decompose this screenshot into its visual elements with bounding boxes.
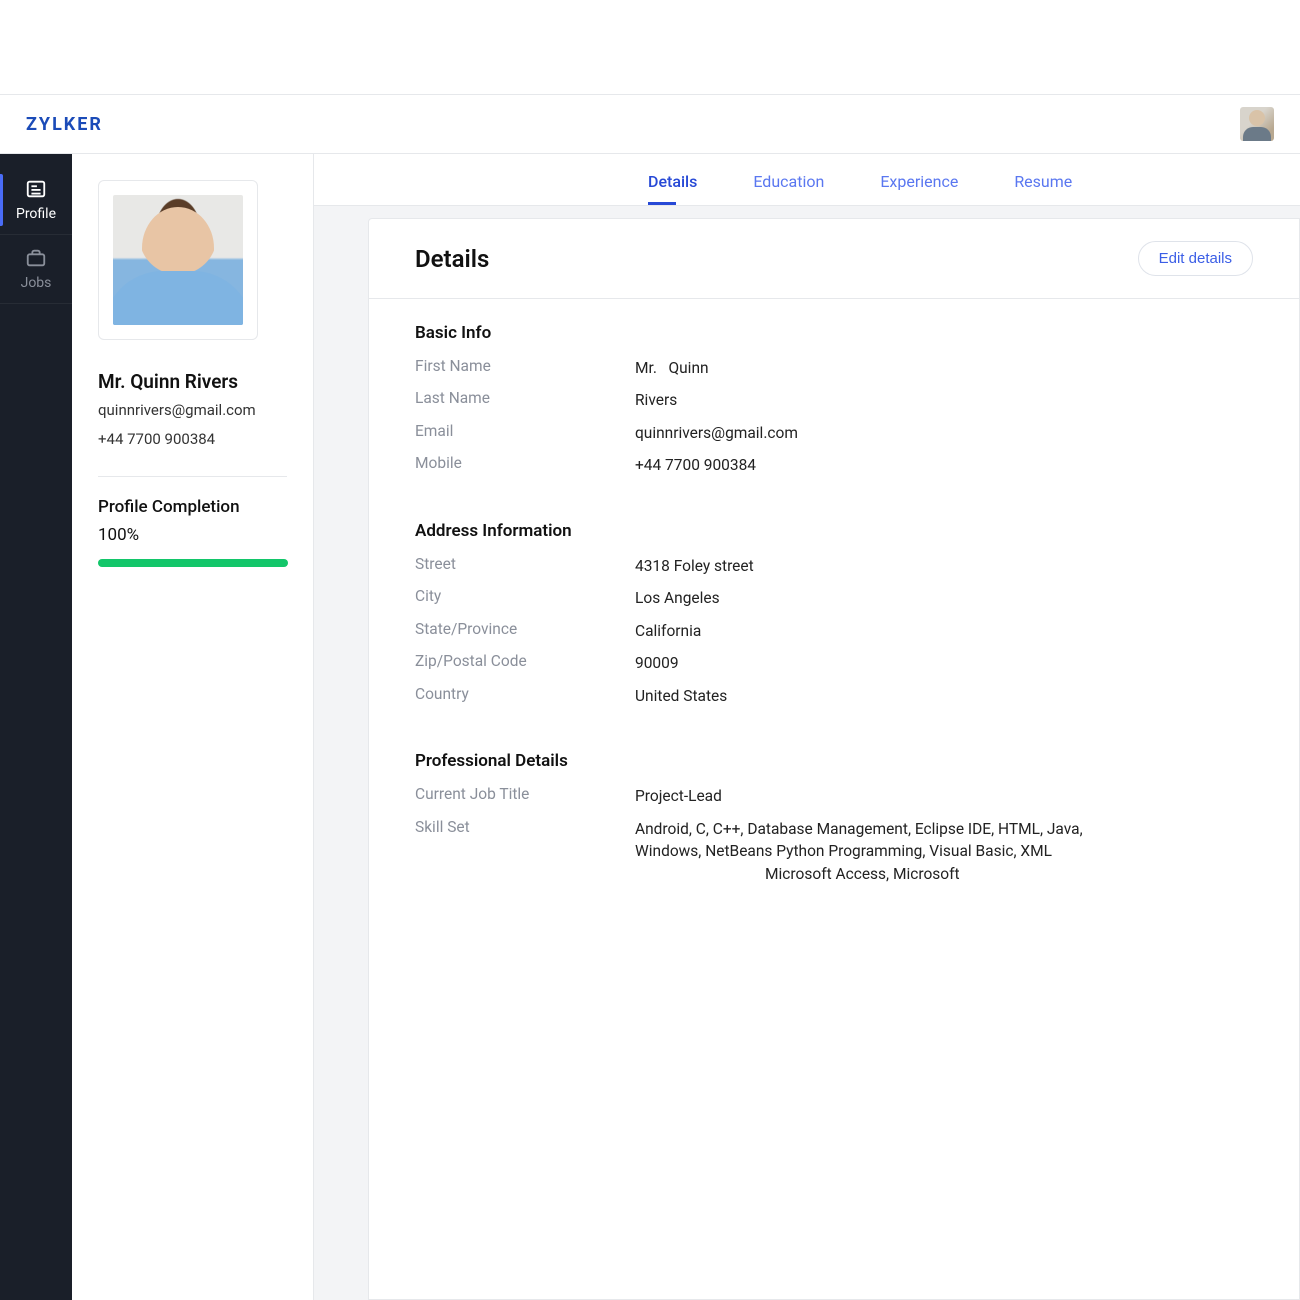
profile-full-name: Mr. Quinn Rivers xyxy=(98,370,287,393)
row-country: Country United States xyxy=(415,685,1253,707)
field-value: quinnrivers@gmail.com xyxy=(635,422,1253,444)
profile-photo-card xyxy=(98,180,258,340)
tab-resume[interactable]: Resume xyxy=(1014,172,1072,205)
nav-label: Profile xyxy=(16,206,56,222)
section-title: Basic Info xyxy=(415,323,1253,343)
profile-completion-value: 100% xyxy=(98,525,287,545)
field-value: +44 7700 900384 xyxy=(635,454,1253,476)
section-title: Professional Details xyxy=(415,751,1253,771)
profile-photo xyxy=(113,195,243,325)
main-area: Details Education Experience Resume Deta… xyxy=(314,154,1300,1300)
section-professional: Professional Details Current Job Title P… xyxy=(369,727,1299,905)
field-label: Country xyxy=(415,685,635,703)
nav-item-jobs[interactable]: Jobs xyxy=(0,235,72,304)
nav-item-profile[interactable]: Profile xyxy=(0,166,72,235)
profile-summary: Mr. Quinn Rivers quinnrivers@gmail.com +… xyxy=(72,154,314,1300)
row-city: City Los Angeles xyxy=(415,587,1253,609)
brand-logo: ZYLKER xyxy=(26,114,103,135)
row-job-title: Current Job Title Project-Lead xyxy=(415,785,1253,807)
field-label: Zip/Postal Code xyxy=(415,652,635,670)
field-label: Street xyxy=(415,555,635,573)
row-zip: Zip/Postal Code 90009 xyxy=(415,652,1253,674)
field-value: Mr. Quinn xyxy=(635,357,1253,379)
card-title: Details xyxy=(415,245,489,273)
row-state: State/Province California xyxy=(415,620,1253,642)
profile-completion-label: Profile Completion xyxy=(98,497,287,517)
nav-label: Jobs xyxy=(21,275,52,291)
skill-line: Android, C, C++, Database Management, Ec… xyxy=(635,818,1253,840)
row-street: Street 4318 Foley street xyxy=(415,555,1253,577)
nav-rail: Profile Jobs xyxy=(0,154,72,1300)
field-label: Mobile xyxy=(415,454,635,472)
app-header: ZYLKER xyxy=(0,94,1300,154)
field-label: Email xyxy=(415,422,635,440)
profile-email: quinnrivers@gmail.com xyxy=(98,399,287,422)
tabs: Details Education Experience Resume xyxy=(314,154,1300,206)
row-mobile: Mobile +44 7700 900384 xyxy=(415,454,1253,476)
profile-completion-bar xyxy=(98,559,288,567)
top-spacer xyxy=(0,0,1300,94)
field-value: Project-Lead xyxy=(635,785,1253,807)
details-card: Details Edit details Basic Info First Na… xyxy=(368,218,1300,1300)
tab-details[interactable]: Details xyxy=(648,172,697,205)
row-first-name: First Name Mr. Quinn xyxy=(415,357,1253,379)
skill-line: Microsoft Access, Microsoft xyxy=(635,863,1253,885)
profile-card-icon xyxy=(25,178,47,200)
body: Profile Jobs Mr. Quinn Rivers quinnriver… xyxy=(0,154,1300,1300)
card-header: Details Edit details xyxy=(369,219,1299,299)
field-value: Android, C, C++, Database Management, Ec… xyxy=(635,818,1253,885)
field-value: Rivers xyxy=(635,389,1253,411)
field-value: Los Angeles xyxy=(635,587,1253,609)
field-label: City xyxy=(415,587,635,605)
edit-details-button[interactable]: Edit details xyxy=(1138,241,1253,276)
profile-phone: +44 7700 900384 xyxy=(98,428,287,451)
field-label: Last Name xyxy=(415,389,635,407)
section-address: Address Information Street 4318 Foley st… xyxy=(369,497,1299,727)
avatar[interactable] xyxy=(1240,107,1274,141)
field-label: Current Job Title xyxy=(415,785,635,803)
skill-line: Windows, NetBeans Python Programming, Vi… xyxy=(635,840,1253,862)
briefcase-icon xyxy=(25,247,47,269)
row-skill-set: Skill Set Android, C, C++, Database Mana… xyxy=(415,818,1253,885)
field-value: California xyxy=(635,620,1253,642)
field-label: Skill Set xyxy=(415,818,635,836)
tab-experience[interactable]: Experience xyxy=(880,172,958,205)
field-label: State/Province xyxy=(415,620,635,638)
field-value: 4318 Foley street xyxy=(635,555,1253,577)
field-value: United States xyxy=(635,685,1253,707)
row-last-name: Last Name Rivers xyxy=(415,389,1253,411)
tab-education[interactable]: Education xyxy=(753,172,824,205)
divider xyxy=(98,476,287,477)
field-value: 90009 xyxy=(635,652,1253,674)
row-email: Email quinnrivers@gmail.com xyxy=(415,422,1253,444)
field-label: First Name xyxy=(415,357,635,375)
section-basic-info: Basic Info First Name Mr. Quinn Last Nam… xyxy=(369,299,1299,497)
section-title: Address Information xyxy=(415,521,1253,541)
